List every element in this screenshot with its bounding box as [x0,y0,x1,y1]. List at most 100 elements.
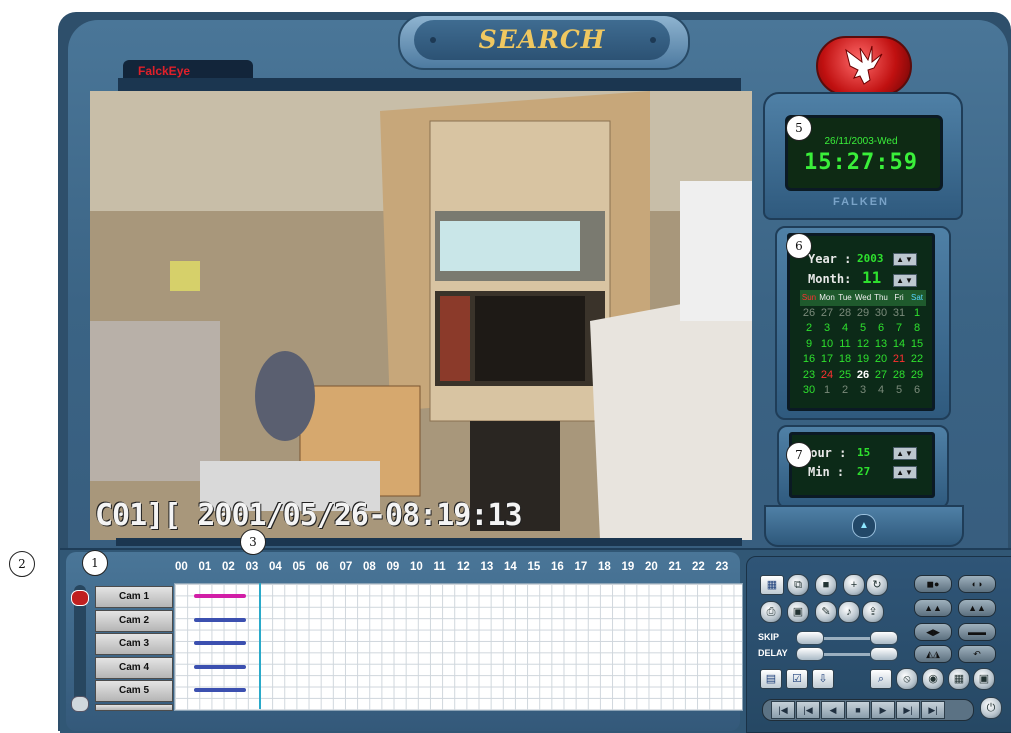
export-icon[interactable]: ⇪ [862,601,884,623]
calendar-day[interactable]: 7 [890,321,908,337]
audio-icon[interactable]: ♪ [838,601,860,623]
multi-window-icon[interactable]: ⧉ [787,574,809,596]
recording-segment[interactable] [194,641,247,645]
calendar-day[interactable]: 26 [854,368,872,384]
next-frame-icon[interactable]: ▶| [896,701,920,719]
calendar-day[interactable]: 25 [836,368,854,384]
calendar-day[interactable]: 20 [872,352,890,368]
stop-icon[interactable]: ■ [846,701,870,719]
calendar-day[interactable]: 6 [872,321,890,337]
color-adjust-icon[interactable]: ▬▬ [958,623,996,641]
calendar-day[interactable]: 12 [854,337,872,353]
window-icon[interactable]: ▣ [973,668,995,690]
calendar-day[interactable]: 13 [872,337,890,353]
camera-button[interactable]: Cam 5 [95,680,173,702]
calendar-day[interactable]: 1 [818,383,836,399]
calendar-day[interactable]: 2 [836,383,854,399]
calendar-day[interactable]: 5 [854,321,872,337]
checkbox-icon[interactable]: ☑ [786,669,808,689]
month-stepper[interactable]: ▲▼ [893,274,917,287]
refresh-icon[interactable]: ↻ [866,574,888,596]
calendar-day[interactable]: 1 [908,306,926,322]
search-icon[interactable]: ⌕ [870,669,892,689]
calendar-day[interactable]: 30 [872,306,890,322]
grid-icon[interactable]: ▦ [948,668,970,690]
calendar-day[interactable]: 18 [836,352,854,368]
calendar-day[interactable]: 30 [800,383,818,399]
calendar-day[interactable]: 10 [818,337,836,353]
calendar-day[interactable]: 21 [890,352,908,368]
calendar-day[interactable]: 27 [818,306,836,322]
calendar-day[interactable]: 14 [890,337,908,353]
last-frame-icon[interactable]: ▶| [921,701,945,719]
skip-slider-knob[interactable] [796,631,824,645]
recording-segment[interactable] [194,594,247,598]
eject-icon[interactable]: ▲ [852,514,876,538]
recording-segment[interactable] [194,664,247,669]
document-icon[interactable]: ▤ [760,669,782,689]
calendar-day[interactable]: 8 [908,321,926,337]
add-circle-icon[interactable]: + [843,574,865,596]
camera-button[interactable]: Cam 6 [95,703,173,711]
scroll-down-icon[interactable] [71,696,89,712]
play-icon[interactable]: ▶ [871,701,895,719]
calendar-day[interactable]: 15 [908,337,926,353]
calendar-day[interactable]: 29 [854,306,872,322]
delay-slider-end[interactable] [870,647,898,661]
zoom-in-icon[interactable]: ▲▲ [914,599,952,617]
zoom-out-icon[interactable]: ▲▲ [958,599,996,617]
reverse-play-icon[interactable]: ◀ [821,701,845,719]
calendar-day[interactable]: 28 [890,368,908,384]
calendar-day[interactable]: 16 [800,352,818,368]
camera-button[interactable]: Cam 3 [95,633,173,655]
no-search-icon[interactable]: ⦸ [896,668,918,690]
scroll-up-icon[interactable] [71,590,89,606]
calendar-day[interactable]: 3 [854,383,872,399]
calendar-day[interactable]: 24 [818,368,836,384]
grid-layout-icon[interactable]: ▦ [760,575,784,595]
calendar-day[interactable]: 9 [800,337,818,353]
backup-icon[interactable]: ⇩ [812,669,834,689]
rewind-capsule-icon[interactable]: ◀▶ [914,623,952,641]
calendar-day[interactable]: 17 [818,352,836,368]
toggle-view-icon[interactable]: ◐◑ [958,575,996,593]
calendar-day[interactable]: 3 [818,321,836,337]
calendar-day[interactable]: 11 [836,337,854,353]
calendar-day[interactable]: 23 [800,368,818,384]
calendar-day[interactable]: 22 [908,352,926,368]
video-view[interactable] [90,91,752,540]
hour-stepper[interactable]: ▲▼ [893,447,917,460]
minute-stepper[interactable]: ▲▼ [893,466,917,479]
timeline-cursor[interactable] [258,583,261,709]
year-stepper[interactable]: ▲▼ [893,253,917,266]
recording-segment[interactable] [194,688,247,692]
camera-button[interactable]: Cam 1 [95,586,173,608]
camera-button[interactable]: Cam 2 [95,609,173,632]
prev-frame-icon[interactable]: |◀ [796,701,820,719]
calendar-day[interactable]: 19 [854,352,872,368]
recording-segment[interactable] [194,617,247,622]
motion-icon[interactable]: ◉ [922,668,944,690]
calendar-day[interactable]: 29 [908,368,926,384]
calendar-day[interactable]: 6 [908,383,926,399]
stop-circle-icon[interactable]: ■ [815,574,837,596]
delay-slider-knob[interactable] [796,647,824,661]
calendar-day[interactable]: 26 [800,306,818,322]
camera-button[interactable]: Cam 4 [95,656,173,679]
brightness-icon[interactable]: ◭◮ [914,645,952,663]
calendar-day[interactable]: 31 [890,306,908,322]
calendar-day[interactable]: 4 [836,321,854,337]
power-icon[interactable]: ⏻ [980,697,1002,719]
tools-icon[interactable]: ✎ [815,601,837,623]
camera-capture-icon[interactable]: ◼● [914,575,952,593]
save-icon[interactable]: ▣ [787,601,809,623]
calendar-day[interactable]: 28 [836,306,854,322]
calendar-day[interactable]: 27 [872,368,890,384]
calendar-day[interactable]: 5 [890,383,908,399]
print-icon[interactable]: ⎙ [760,601,782,623]
calendar-day[interactable]: 4 [872,383,890,399]
first-frame-icon[interactable]: |◀ [771,701,795,719]
calendar-day[interactable]: 2 [800,321,818,337]
skip-slider-end[interactable] [870,631,898,645]
undo-icon[interactable]: ↶ [958,645,996,663]
